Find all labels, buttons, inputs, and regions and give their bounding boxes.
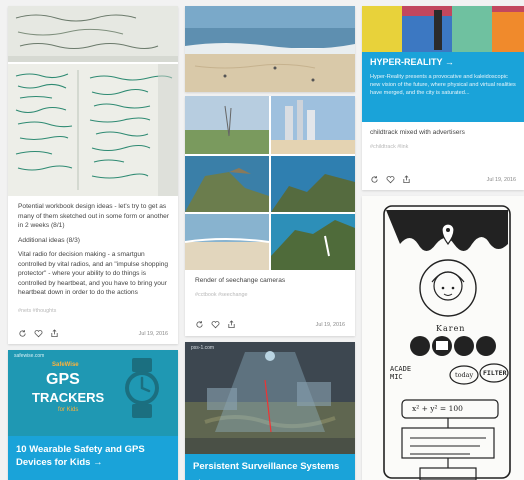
sketch-image[interactable]: Karen ACADE MIC today FILTER x² + y² = 1… xyxy=(362,196,524,480)
hyperreality-caption: childtrack mixed with advertisers xyxy=(370,129,465,136)
gps-banner-image[interactable]: safewise.com SafeWise GPS TRACKERS for K… xyxy=(8,350,178,436)
heart-icon[interactable] xyxy=(211,320,220,329)
sketch-label-filter: FILTER xyxy=(483,369,507,377)
gps-heading-line3: for Kids xyxy=(58,407,79,413)
seechange-grid-photo[interactable] xyxy=(185,96,355,270)
hyperreality-photo[interactable] xyxy=(362,6,524,52)
hyperreality-date: Jul 19, 2016 xyxy=(486,177,516,183)
hyperreality-tags[interactable]: #childtrack #link xyxy=(370,144,408,150)
gps-heading-line2: TRACKERS xyxy=(32,390,105,405)
beach-photo[interactable] xyxy=(185,6,355,92)
whiteboard-photo[interactable] xyxy=(8,64,178,196)
sketch-label-academic: ACADE MIC xyxy=(390,365,412,381)
sketch-name: Karen xyxy=(436,324,466,333)
seechange-caption: Render of seechange cameras xyxy=(195,277,286,284)
workbook-actions xyxy=(18,329,59,338)
hyperreality-title[interactable]: HYPER-REALITY → xyxy=(370,57,454,67)
workbook-tags[interactable]: #nets #thoughts xyxy=(18,308,56,314)
hyperreality-card[interactable]: HYPER-REALITY → Hyper-Reality presents a… xyxy=(362,6,524,190)
seechange-date: Jul 19, 2016 xyxy=(315,322,345,328)
surveillance-title-band[interactable]: Persistent Surveillance Systems → xyxy=(185,454,355,480)
surveillance-title[interactable]: Persistent Surveillance Systems → xyxy=(193,461,351,480)
seechange-actions xyxy=(195,320,236,329)
hyperreality-description: Hyper-Reality presents a provocative and… xyxy=(370,74,516,97)
hyperreality-band[interactable]: HYPER-REALITY → Hyper-Reality presents a… xyxy=(362,52,524,122)
seechange-tags[interactable]: #cctbook #seechange xyxy=(195,292,247,298)
workbook-date: Jul 19, 2016 xyxy=(138,331,168,337)
whiteboard-scribbles xyxy=(8,64,178,196)
sketch-formula: x² + y² = 100 xyxy=(412,404,463,413)
gps-heading-line1: GPS xyxy=(46,371,80,388)
surveillance-card[interactable]: pss-1.com Persistent Surveillance System… xyxy=(185,342,355,480)
gps-title-band[interactable]: 10 Wearable Safety and GPS Devices for K… xyxy=(8,436,178,480)
share-icon[interactable] xyxy=(227,320,236,329)
share-icon[interactable] xyxy=(402,175,411,184)
phone-sketch xyxy=(383,205,511,480)
gps-title[interactable]: 10 Wearable Safety and GPS Devices for K… xyxy=(16,444,174,470)
gps-site: safewise.com xyxy=(14,353,45,359)
workbook-additional-heading: Additional ideas (8/3) xyxy=(18,236,80,244)
hyperreality-actions xyxy=(370,175,411,184)
refresh-icon[interactable] xyxy=(18,329,27,338)
seechange-card[interactable]: Render of seechange cameras #cctbook #se… xyxy=(185,96,355,336)
workbook-notes: Potential workbook design ideas - let's … xyxy=(18,202,170,303)
workbook-body: Vital radio for decision making - a smar… xyxy=(18,251,169,297)
whiteboard-photo-top[interactable] xyxy=(8,6,178,62)
beach-card[interactable] xyxy=(185,6,355,92)
gps-brand: SafeWise xyxy=(52,362,79,368)
surveillance-site: pss-1.com xyxy=(191,345,215,351)
sketch-label-today: today xyxy=(455,371,474,379)
heart-icon[interactable] xyxy=(34,329,43,338)
whiteboard-scribbles-top xyxy=(8,6,178,62)
sketch-card[interactable]: Karen ACADE MIC today FILTER x² + y² = 1… xyxy=(362,196,524,480)
surveillance-photo[interactable] xyxy=(185,342,355,454)
watch-icon xyxy=(125,358,159,418)
refresh-icon[interactable] xyxy=(370,175,379,184)
workbook-description: Potential workbook design ideas - let's … xyxy=(18,203,169,230)
whiteboard-card[interactable]: Potential workbook design ideas - let's … xyxy=(8,6,178,344)
heart-icon[interactable] xyxy=(386,175,395,184)
share-icon[interactable] xyxy=(50,329,59,338)
refresh-icon[interactable] xyxy=(195,320,204,329)
gps-card[interactable]: safewise.com SafeWise GPS TRACKERS for K… xyxy=(8,350,178,480)
